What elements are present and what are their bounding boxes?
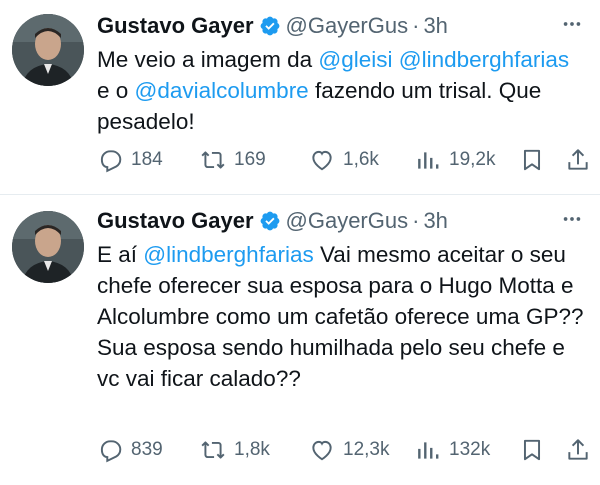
mention-link[interactable]: @gleisi: [318, 47, 392, 72]
avatar[interactable]: [12, 14, 84, 86]
tweet[interactable]: Gustavo Gayer @GayerGus · 3h Me veio a i…: [0, 0, 600, 194]
text-segment: Me veio a imagem da: [97, 47, 319, 72]
like-icon: [309, 147, 343, 173]
text-segment: e o: [97, 78, 135, 103]
reply-count: 839: [131, 439, 163, 460]
views-icon: [415, 437, 449, 463]
tweet-text: Me veio a imagem da @gleisi @lindberghfa…: [97, 44, 586, 137]
tweet-text: E aí @lindberghfarias Vai mesmo aceitar …: [97, 239, 586, 394]
separator-dot: ·: [412, 13, 420, 38]
share-button[interactable]: [565, 147, 599, 173]
mention-link[interactable]: @davialcolumbre: [135, 78, 309, 103]
tweet-feed: Gustavo Gayer @GayerGus · 3h Me veio a i…: [0, 0, 600, 485]
reply-button[interactable]: 839: [97, 437, 163, 463]
reply-icon: [97, 437, 131, 463]
views-count: 132k: [449, 439, 491, 460]
verified-badge-icon: [259, 15, 281, 37]
like-button[interactable]: 1,6k: [309, 147, 379, 173]
bookmark-button[interactable]: [519, 147, 553, 173]
views-button[interactable]: 132k: [415, 437, 490, 463]
action-bar: 839 1,8k 12,3k 132k: [97, 433, 590, 467]
share-icon: [565, 437, 599, 463]
bookmark-icon: [519, 147, 553, 173]
timestamp[interactable]: 3h: [423, 13, 447, 39]
reply-count: 184: [131, 149, 163, 170]
author-name[interactable]: Gustavo Gayer: [97, 13, 254, 39]
action-bar: 184 169 1,6k 19,2k: [97, 143, 590, 177]
views-button[interactable]: 19,2k: [415, 147, 495, 173]
retweet-button[interactable]: 1,8k: [200, 437, 270, 463]
bookmark-button[interactable]: [519, 437, 553, 463]
reply-button[interactable]: 184: [97, 147, 163, 173]
text-segment: E aí: [97, 242, 144, 267]
like-count: 12,3k: [343, 439, 390, 460]
separator-dot: ·: [412, 208, 420, 233]
author-handle[interactable]: @GayerGus: [286, 208, 409, 234]
share-button[interactable]: [565, 437, 599, 463]
like-icon: [309, 437, 343, 463]
more-icon[interactable]: [558, 207, 586, 231]
reply-icon: [97, 147, 131, 173]
share-icon: [565, 147, 599, 173]
like-count: 1,6k: [343, 149, 379, 170]
timestamp[interactable]: 3h: [423, 208, 447, 234]
tweet[interactable]: Gustavo Gayer @GayerGus · 3h E aí @lindb…: [0, 194, 600, 485]
more-icon[interactable]: [558, 12, 586, 36]
tweet-header: Gustavo Gayer @GayerGus · 3h: [97, 10, 586, 42]
avatar-image: [12, 14, 84, 86]
bookmark-icon: [519, 437, 553, 463]
author-name[interactable]: Gustavo Gayer: [97, 208, 254, 234]
retweet-button[interactable]: 169: [200, 147, 266, 173]
author-handle[interactable]: @GayerGus: [286, 13, 409, 39]
mention-link[interactable]: @lindberghfarias: [143, 242, 313, 267]
avatar[interactable]: [12, 211, 84, 283]
retweet-icon: [200, 437, 234, 463]
verified-badge-icon: [259, 210, 281, 232]
views-count: 19,2k: [449, 149, 496, 170]
mention-link[interactable]: @lindberghfarias: [399, 47, 569, 72]
retweet-count: 1,8k: [234, 439, 270, 460]
retweet-icon: [200, 147, 234, 173]
views-icon: [415, 147, 449, 173]
like-button[interactable]: 12,3k: [309, 437, 389, 463]
avatar-image: [12, 211, 84, 283]
retweet-count: 169: [234, 149, 266, 170]
tweet-header: Gustavo Gayer @GayerGus · 3h: [97, 205, 586, 237]
